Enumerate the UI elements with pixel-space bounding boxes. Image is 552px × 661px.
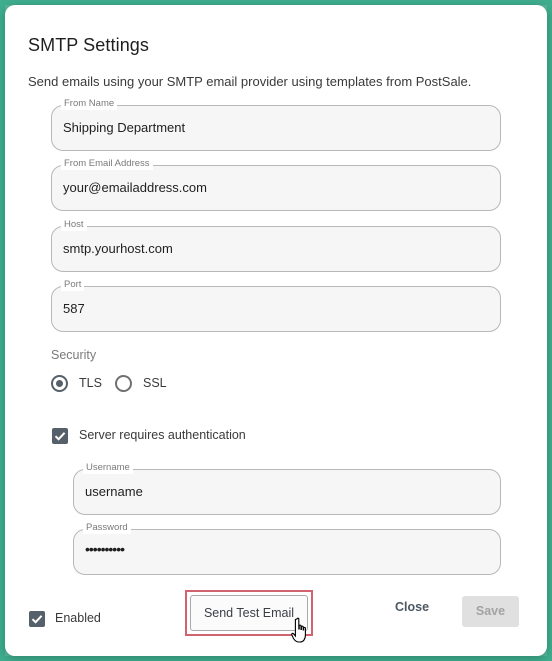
username-field[interactable]: Username username xyxy=(73,462,501,515)
port-field[interactable]: Port 587 xyxy=(51,279,501,332)
enabled-label: Enabled xyxy=(55,611,101,625)
from-name-input[interactable]: Shipping Department xyxy=(63,120,463,135)
username-input[interactable]: username xyxy=(85,484,485,499)
enabled-checkbox[interactable] xyxy=(29,611,45,627)
password-field[interactable]: Password •••••••••• xyxy=(73,522,501,575)
server-auth-label: Server requires authentication xyxy=(79,428,246,442)
dialog-title: SMTP Settings xyxy=(28,35,150,55)
host-field[interactable]: Host smtp.yourhost.com xyxy=(51,219,501,272)
close-button[interactable]: Close xyxy=(395,600,429,614)
from-name-field[interactable]: From Name Shipping Department xyxy=(51,98,501,151)
password-input[interactable]: •••••••••• xyxy=(85,541,485,557)
ssl-radio-label: SSL xyxy=(143,376,167,390)
host-input[interactable]: smtp.yourhost.com xyxy=(63,241,463,256)
from-name-label: From Name xyxy=(61,98,118,110)
password-label: Password xyxy=(83,522,131,534)
tls-radio[interactable] xyxy=(51,375,68,392)
from-email-label: From Email Address xyxy=(61,158,153,170)
tls-radio-label: TLS xyxy=(79,376,102,390)
dialog-description: Send emails using your SMTP email provid… xyxy=(28,74,472,89)
from-email-input[interactable]: your@emailaddress.com xyxy=(63,180,463,195)
ssl-radio[interactable] xyxy=(115,375,132,392)
from-email-field[interactable]: From Email Address your@emailaddress.com xyxy=(51,158,501,211)
security-label: Security xyxy=(51,348,97,362)
smtp-settings-dialog: SMTP Settings Send emails using your SMT… xyxy=(5,5,547,656)
checkmark-icon xyxy=(54,432,66,441)
hand-pointer-icon xyxy=(290,617,310,650)
port-label: Port xyxy=(61,279,85,291)
port-input[interactable]: 587 xyxy=(63,301,463,316)
server-auth-checkbox[interactable] xyxy=(52,428,68,444)
host-label: Host xyxy=(61,219,87,231)
username-label: Username xyxy=(83,462,133,474)
checkmark-icon xyxy=(31,615,43,624)
save-button[interactable]: Save xyxy=(462,596,519,627)
